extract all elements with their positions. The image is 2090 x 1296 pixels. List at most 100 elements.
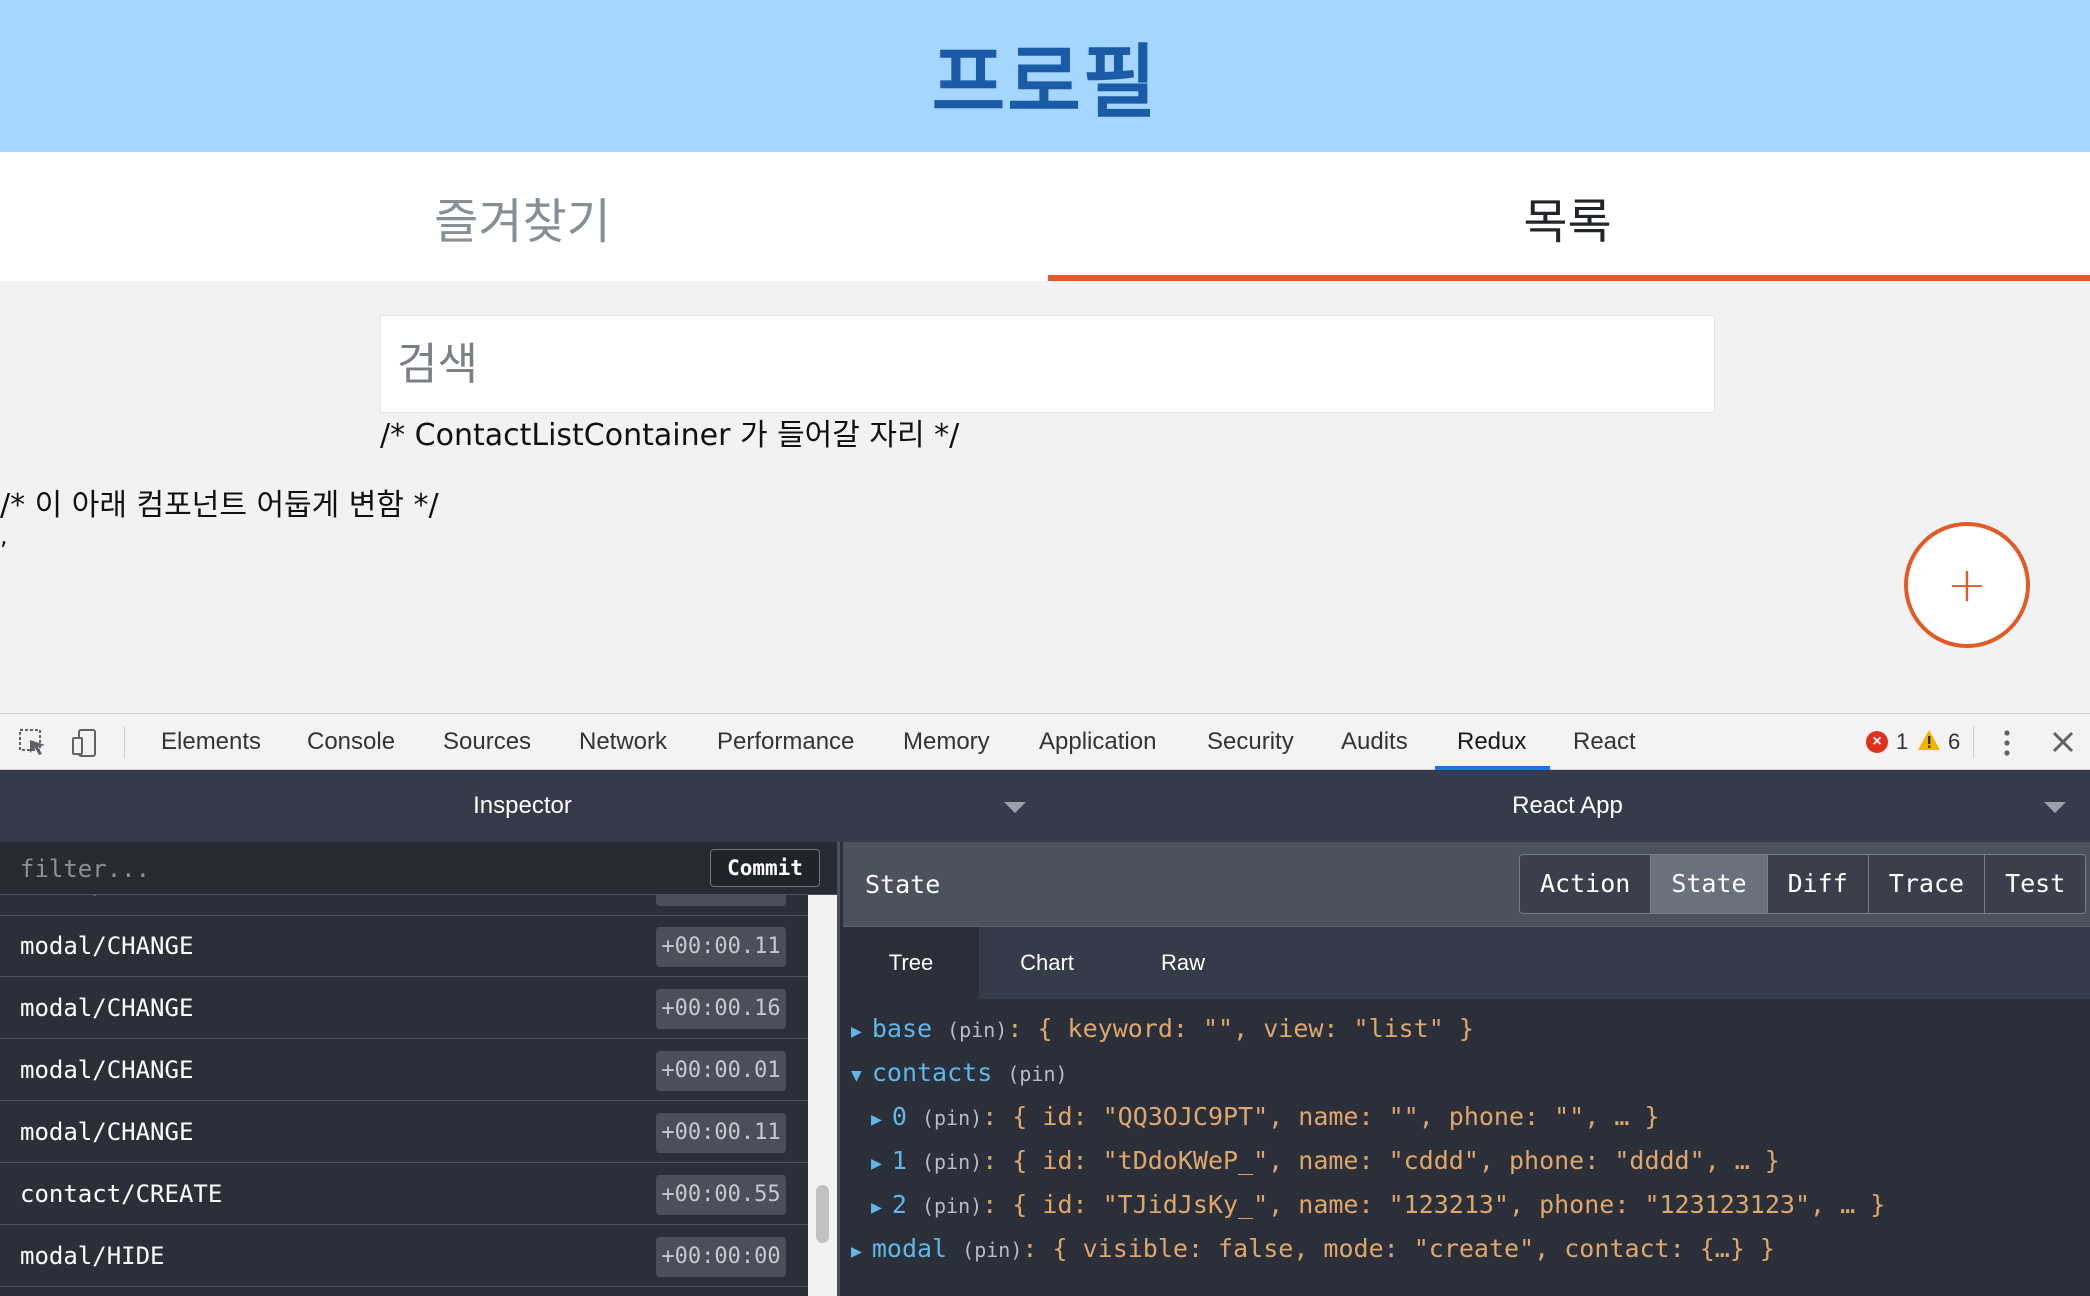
tree-key: modal xyxy=(871,1234,948,1263)
pin-button[interactable]: (pin) xyxy=(947,1018,1007,1042)
tree-key: 0 xyxy=(891,1102,907,1131)
action-row[interactable]: modal/CHANGE +00:00.01 xyxy=(0,895,808,916)
chevron-down-icon[interactable] xyxy=(2044,802,2066,813)
tab-tree[interactable]: Tree xyxy=(843,927,979,999)
pin-button[interactable]: (pin) xyxy=(922,1106,982,1130)
mode-state-button[interactable]: State xyxy=(1651,855,1768,913)
action-row[interactable]: modal/CHANGE +00:00.01 xyxy=(0,1040,808,1101)
tree-node-contact-0[interactable]: ▶ 0 (pin): { id: "QQ3OJC9PT", name: "", p… xyxy=(871,1095,1660,1139)
active-tab-indicator xyxy=(1048,275,2090,281)
filter-input[interactable] xyxy=(0,842,700,895)
divider xyxy=(124,726,125,758)
tree-value: : { keyword: "", view: "list" } xyxy=(1007,1014,1474,1043)
devtools-tab-network[interactable]: Network xyxy=(579,714,667,771)
action-name: modal/CHANGE xyxy=(20,895,193,916)
inspect-element-icon[interactable] xyxy=(18,728,48,763)
devtools-tab-console[interactable]: Console xyxy=(307,714,395,771)
devtools-tab-memory[interactable]: Memory xyxy=(903,714,990,771)
mode-trace-button[interactable]: Trace xyxy=(1868,855,1986,913)
collapse-arrow-icon[interactable]: ▼ xyxy=(851,1054,862,1098)
filter-row: Commit xyxy=(0,842,837,895)
action-name: modal/CHANGE xyxy=(20,994,194,1022)
expand-arrow-icon[interactable]: ▶ xyxy=(851,1230,862,1274)
instance-selector[interactable]: React App xyxy=(1045,770,2090,842)
dim-placeholder-note: /* 이 아래 컴포넌트 어둡게 변함 */ xyxy=(0,488,439,523)
tree-key: 1 xyxy=(891,1146,907,1175)
tree-value: : { id: "QQ3OJC9PT", name: "", phone: ""… xyxy=(982,1102,1660,1131)
tab-raw[interactable]: Raw xyxy=(1115,927,1251,999)
pin-button[interactable]: (pin) xyxy=(922,1194,982,1218)
tree-key: base xyxy=(871,1014,933,1043)
chevron-down-icon[interactable] xyxy=(1004,802,1026,813)
scrollbar-thumb[interactable] xyxy=(816,1185,829,1243)
app-header: 프로필 xyxy=(0,0,2090,152)
tree-value: : { id: "tDdoKWeP_", name: "cddd", phone… xyxy=(982,1146,1780,1175)
pin-button[interactable]: (pin) xyxy=(962,1238,1022,1262)
tab-chart[interactable]: Chart xyxy=(979,927,1115,999)
devtools-tab-elements[interactable]: Elements xyxy=(161,714,261,771)
action-row[interactable]: modal/CHANGE +00:00.16 xyxy=(0,978,808,1039)
tree-node-base[interactable]: ▶ base (pin): { keyword: "", view: "list"… xyxy=(851,1007,1474,1051)
action-row[interactable]: modal/CHANGE +00:00.11 xyxy=(0,916,808,977)
tree-node-contact-2[interactable]: ▶ 2 (pin): { id: "TJidJsKy_", name: "1232… xyxy=(871,1183,1885,1227)
page-title: 프로필 xyxy=(931,36,1159,129)
action-time-badge[interactable]: +00:00.11 xyxy=(656,1113,786,1153)
redux-devtools-panel: Inspector React App Commit modal/CHANGE … xyxy=(0,770,2090,1296)
devtools-tab-security[interactable]: Security xyxy=(1207,714,1294,771)
tree-node-modal[interactable]: ▶ modal (pin): { visible: false, mode: "c… xyxy=(851,1227,1775,1271)
tree-key: 2 xyxy=(891,1190,907,1219)
mode-diff-button[interactable]: Diff xyxy=(1767,855,1869,913)
devtools-tab-performance[interactable]: Performance xyxy=(717,714,854,771)
tree-node-contact-1[interactable]: ▶ 1 (pin): { id: "tDdoKWeP_", name: "cddd… xyxy=(871,1139,1780,1183)
devtools-tab-react[interactable]: React xyxy=(1573,714,1636,771)
action-name: modal/CHANGE xyxy=(20,1118,194,1146)
monitor-selector[interactable]: Inspector xyxy=(0,770,1045,842)
search-input[interactable] xyxy=(397,338,1714,390)
pin-button[interactable]: (pin) xyxy=(922,1150,982,1174)
state-inspector-pane: State Action State Diff Trace Test Tree … xyxy=(843,842,2090,1296)
tab-favorites[interactable]: 즐겨찾기 xyxy=(0,152,1045,281)
mode-action-button[interactable]: Action xyxy=(1520,855,1652,913)
action-row[interactable]: contact/CREATE +00:00.55 xyxy=(0,1164,808,1225)
expand-arrow-icon[interactable]: ▶ xyxy=(871,1186,882,1230)
action-time-badge[interactable]: +00:00:00 xyxy=(656,1237,786,1277)
device-toolbar-icon[interactable] xyxy=(70,728,100,763)
action-time-badge[interactable]: +00:00.01 xyxy=(656,895,786,906)
pin-button[interactable]: (pin) xyxy=(1007,1062,1067,1086)
view-tabs: 즐겨찾기 목록 xyxy=(0,152,2090,281)
add-contact-button[interactable]: + xyxy=(1904,522,2030,648)
tree-key: contacts xyxy=(871,1058,993,1087)
warning-count[interactable]: 6 xyxy=(1948,714,1960,771)
action-row[interactable]: modal/CHANGE +00:00.11 xyxy=(0,1102,808,1163)
devtools-tab-audits[interactable]: Audits xyxy=(1341,714,1408,771)
container-placeholder-note: /* ContactListContainer 가 들어갈 자리 */ xyxy=(380,418,960,453)
warning-icon[interactable] xyxy=(1917,729,1941,756)
devtools-tab-application[interactable]: Application xyxy=(1039,714,1156,771)
devtools-tab-sources[interactable]: Sources xyxy=(443,714,531,771)
error-count[interactable]: 1 xyxy=(1896,714,1908,771)
more-options-icon[interactable] xyxy=(2002,728,2012,758)
action-time-badge[interactable]: +00:00.55 xyxy=(656,1175,786,1215)
action-time-badge[interactable]: +00:00.16 xyxy=(656,989,786,1029)
expand-arrow-icon[interactable]: ▶ xyxy=(871,1098,882,1142)
scrollbar[interactable] xyxy=(808,895,837,1296)
action-time-badge[interactable]: +00:00.11 xyxy=(656,927,786,967)
commit-button[interactable]: Commit xyxy=(710,849,820,887)
tree-value: : { id: "TJidJsKy_", name: "123213", pho… xyxy=(982,1190,1886,1219)
devtools-tab-redux[interactable]: Redux xyxy=(1457,714,1526,771)
tree-value: : { visible: false, mode: "create", cont… xyxy=(1022,1234,1775,1263)
expand-arrow-icon[interactable]: ▶ xyxy=(871,1142,882,1186)
tab-list[interactable]: 목록 xyxy=(1045,152,2090,281)
action-list[interactable]: modal/CHANGE +00:00.01 modal/CHANGE +00:… xyxy=(0,895,808,1296)
mode-test-button[interactable]: Test xyxy=(1985,855,2086,913)
error-icon[interactable]: × xyxy=(1866,731,1888,753)
mode-button-group: Action State Diff Trace Test xyxy=(1519,854,2087,914)
expand-arrow-icon[interactable]: ▶ xyxy=(851,1010,862,1054)
action-name: modal/CHANGE xyxy=(20,1056,194,1084)
action-name: modal/CHANGE xyxy=(20,932,194,960)
action-row[interactable]: modal/HIDE +00:00:00 xyxy=(0,1226,808,1287)
tree-node-contacts[interactable]: ▼ contacts (pin) xyxy=(851,1051,1068,1095)
action-list-pane: Commit modal/CHANGE +00:00.01 modal/CHAN… xyxy=(0,842,840,1296)
action-time-badge[interactable]: +00:00.01 xyxy=(656,1051,786,1091)
close-icon[interactable] xyxy=(2050,729,2076,760)
